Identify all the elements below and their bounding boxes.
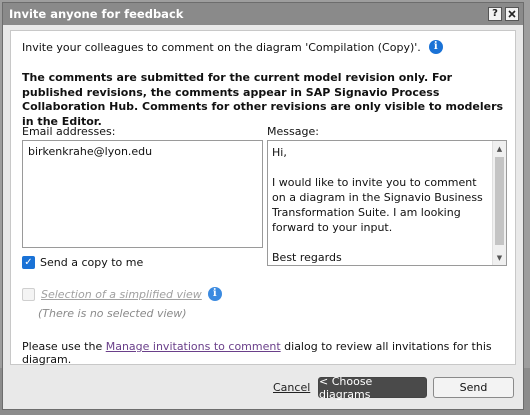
send-copy-label[interactable]: Send a copy to me xyxy=(40,256,143,269)
footer-text-before: Please use the xyxy=(22,340,106,353)
email-value: birkenkrahe@lyon.edu xyxy=(28,145,153,158)
message-field[interactable]: Hi, I would like to invite you to commen… xyxy=(267,140,507,266)
simplified-view-info-icon[interactable]: i xyxy=(207,287,222,301)
email-label: Email addresses: xyxy=(22,125,116,138)
email-addresses-field[interactable]: birkenkrahe@lyon.edu xyxy=(22,140,263,248)
close-icon xyxy=(508,10,516,18)
send-copy-checkbox[interactable]: ✓ xyxy=(22,256,35,269)
titlebar-buttons: ? xyxy=(488,7,519,21)
dialog-content: Invite your colleagues to comment on the… xyxy=(10,30,516,366)
choose-diagrams-button[interactable]: < Choose diagrams xyxy=(318,375,427,401)
simplified-view-checkbox xyxy=(22,287,35,301)
cancel-link[interactable]: Cancel xyxy=(273,381,310,394)
invite-dialog: Invite anyone for feedback ? Invite your… xyxy=(2,2,524,410)
message-value: Hi, I would like to invite you to commen… xyxy=(272,146,483,264)
simplified-view-link: Selection of a simplified view xyxy=(41,287,202,301)
info-icon[interactable]: i xyxy=(428,40,443,54)
scroll-thumb[interactable] xyxy=(495,157,504,245)
simplified-view-status: (There is no selected view) xyxy=(38,307,187,320)
send-button[interactable]: Send xyxy=(433,377,514,398)
dialog-title: Invite anyone for feedback xyxy=(9,7,184,21)
intro-row: Invite your colleagues to comment on the… xyxy=(22,40,443,54)
close-button[interactable] xyxy=(505,7,519,21)
send-copy-row[interactable]: ✓ Send a copy to me xyxy=(22,256,143,269)
message-scrollbar[interactable]: ▲ ▼ xyxy=(492,141,506,265)
footer-note: Please use the Manage invitations to com… xyxy=(22,340,515,366)
manage-invitations-link[interactable]: Manage invitations to comment xyxy=(106,340,281,353)
dialog-actions: Cancel < Choose diagrams Send xyxy=(3,375,523,401)
message-label: Message: xyxy=(267,125,319,138)
scroll-up-icon[interactable]: ▲ xyxy=(493,142,506,155)
dialog-titlebar: Invite anyone for feedback ? xyxy=(3,3,523,25)
intro-text: Invite your colleagues to comment on the… xyxy=(22,40,421,54)
scroll-down-icon[interactable]: ▼ xyxy=(493,251,506,264)
help-button[interactable]: ? xyxy=(488,7,502,21)
simplified-view-row: Selection of a simplified view i xyxy=(22,287,222,301)
revision-notice: The comments are submitted for the curre… xyxy=(22,71,504,128)
